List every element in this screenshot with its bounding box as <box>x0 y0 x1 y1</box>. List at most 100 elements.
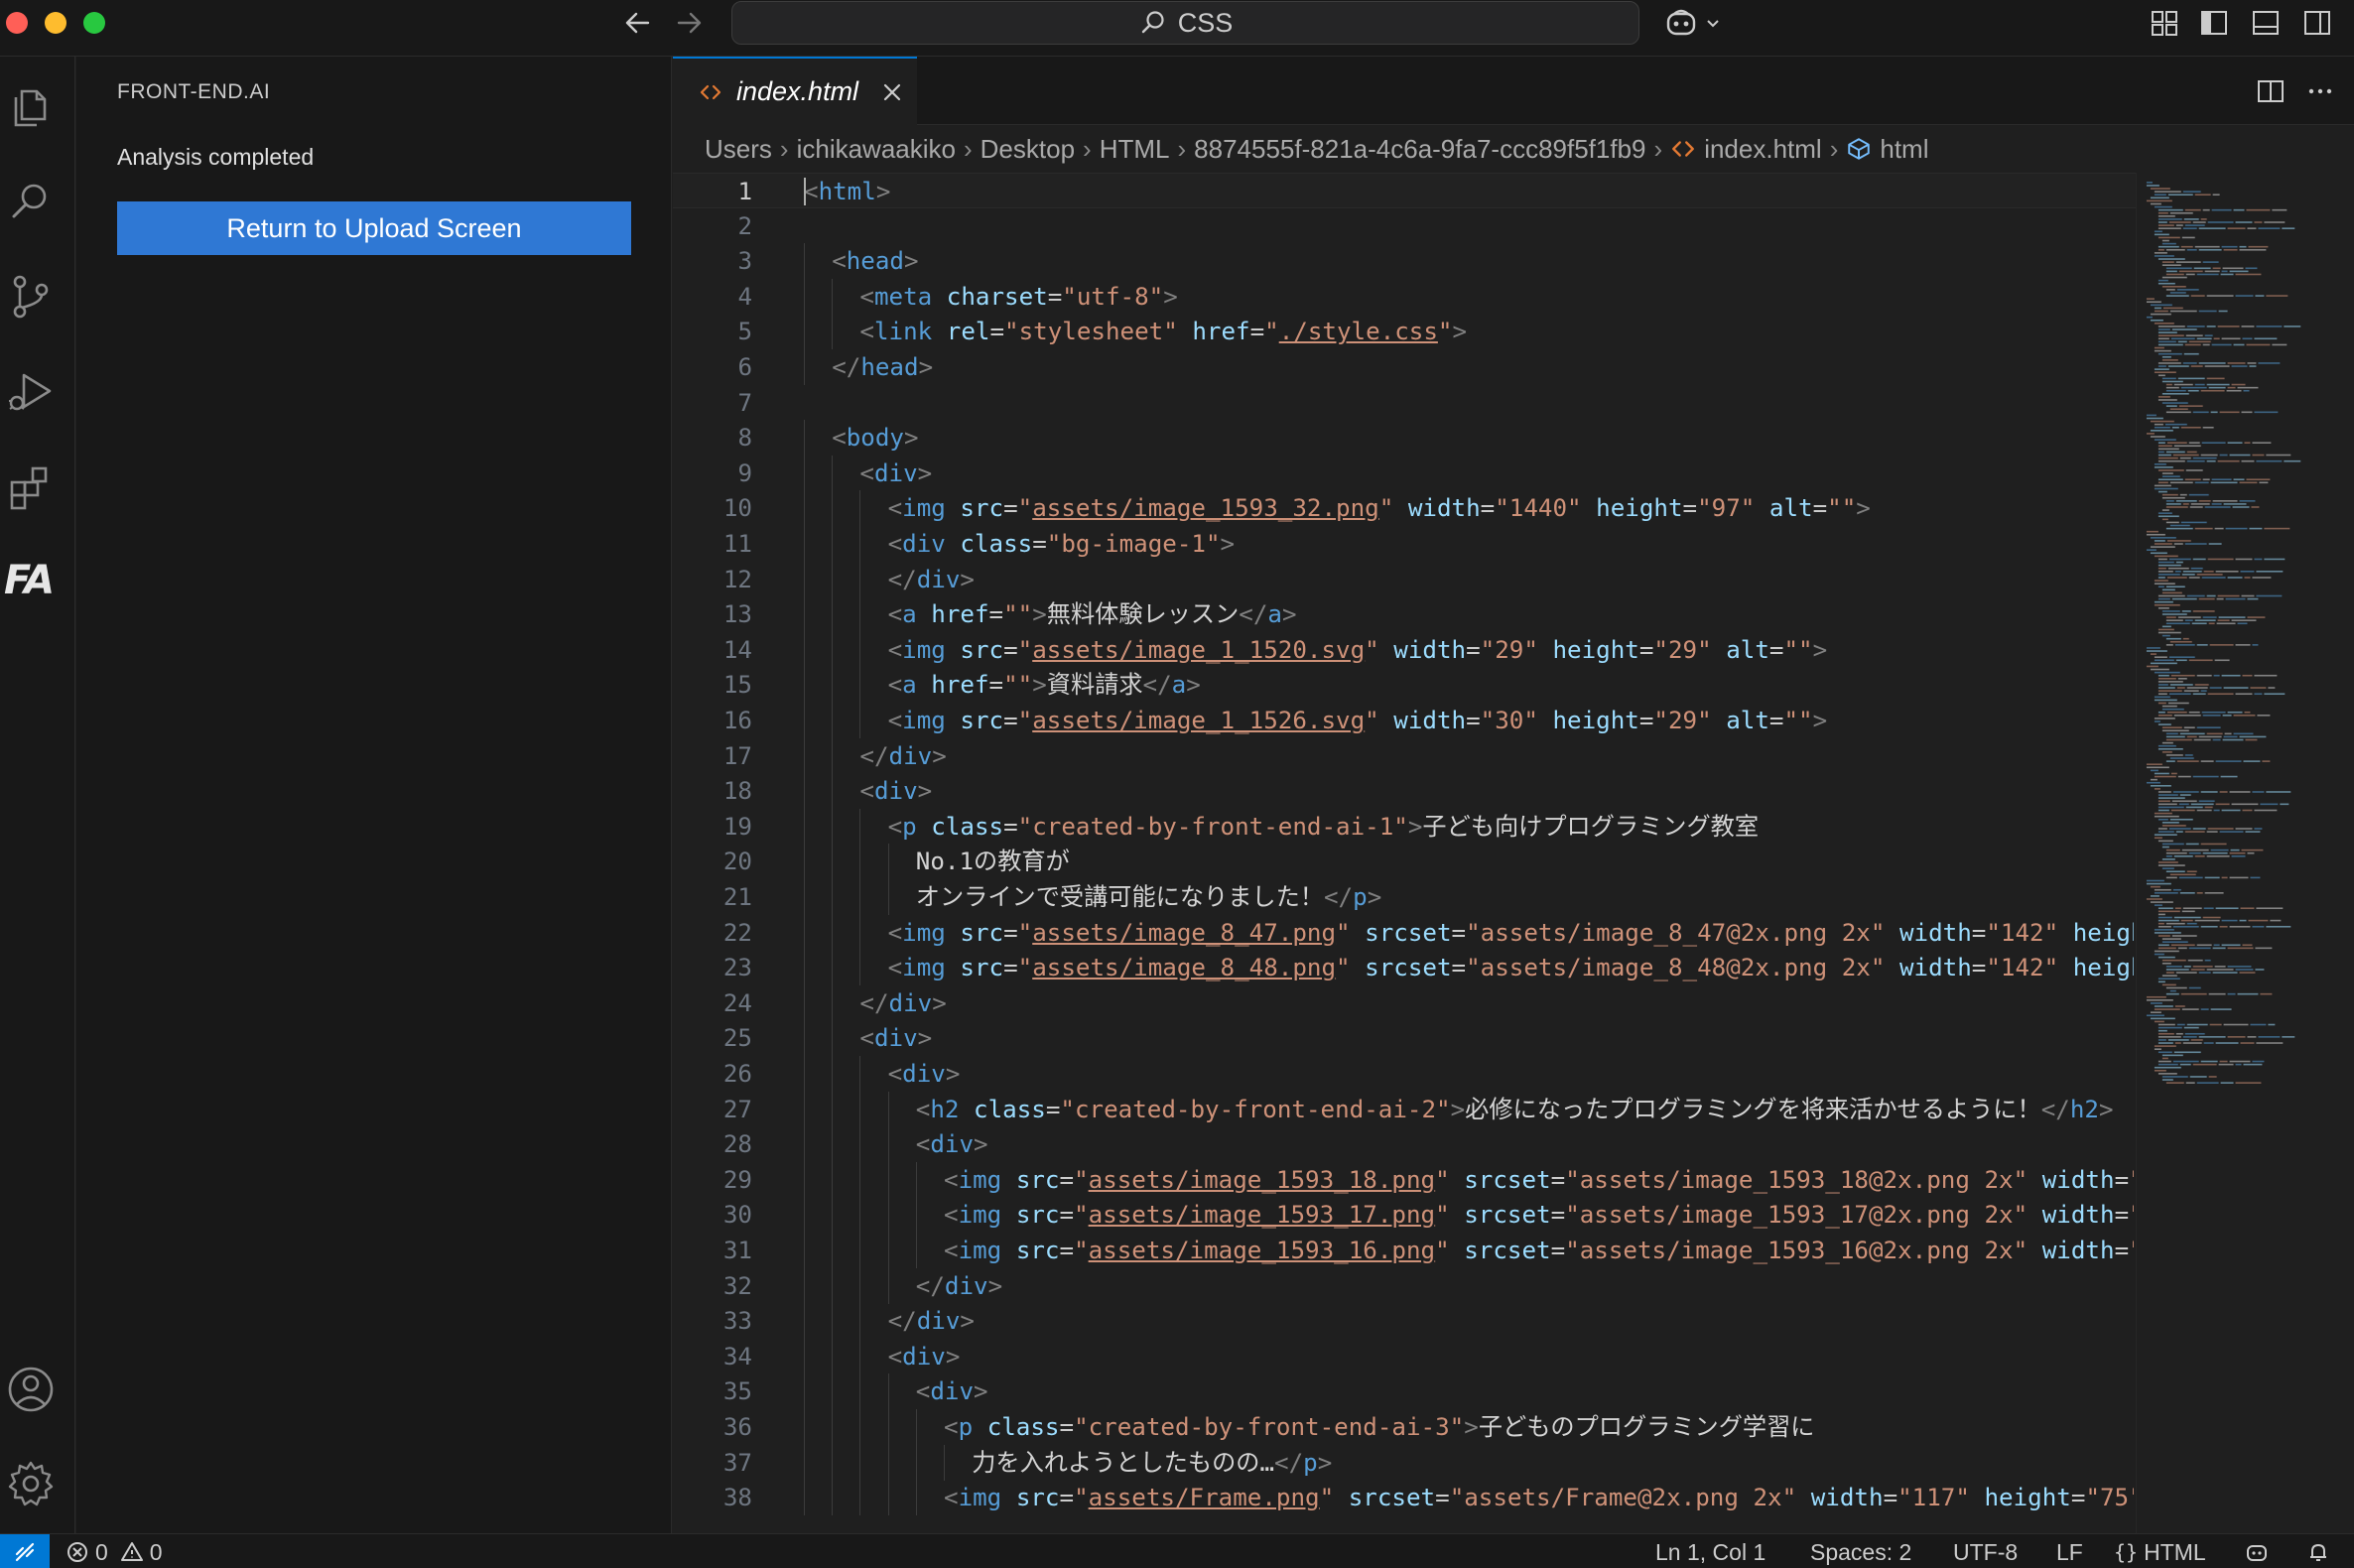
toggle-secondary-sidebar-icon[interactable] <box>2300 6 2334 40</box>
copilot-menu-button[interactable] <box>1663 4 1727 42</box>
code-line[interactable]: 17 </div> <box>673 737 2136 774</box>
more-actions-icon[interactable] <box>2303 74 2337 108</box>
notifications-bell[interactable] <box>2306 1538 2330 1566</box>
code-attribute: height <box>1984 1484 2071 1512</box>
settings-gear-icon[interactable] <box>4 1457 58 1510</box>
code-line[interactable]: 19 <p class="created-by-front-end-ai-1">子… <box>673 808 2136 845</box>
account-icon[interactable] <box>4 1363 58 1416</box>
run-debug-icon[interactable] <box>4 365 58 419</box>
source-control-icon[interactable] <box>4 270 58 324</box>
tab-index-html[interactable]: index.html <box>673 57 917 125</box>
return-to-upload-button[interactable]: Return to Upload Screen <box>117 201 631 255</box>
code-line[interactable]: 38 <img src="assets/Frame.png" srcset="as… <box>673 1480 2136 1516</box>
split-editor-icon[interactable] <box>2254 74 2288 108</box>
code-link[interactable]: assets/image_8_47.png <box>1032 919 1336 947</box>
minimap-line <box>2177 377 2205 380</box>
front-end-ai-logo[interactable]: FA <box>4 558 55 603</box>
code-line[interactable]: 3 <head> <box>673 243 2136 280</box>
code-line[interactable]: 21 オンラインで受講可能になりました！</p> <box>673 879 2136 915</box>
code-link[interactable]: assets/image_1593_17.png <box>1089 1201 1436 1229</box>
back-arrow-icon[interactable] <box>618 5 658 41</box>
code-link[interactable]: assets/image_1593_32.png <box>1032 494 1379 522</box>
code-line[interactable]: 10 <img src="assets/image_1593_32.png" wi… <box>673 490 2136 527</box>
code-line[interactable]: 22 <img src="assets/image_8_47.png" srcse… <box>673 914 2136 951</box>
code-line[interactable]: 8 <body> <box>673 420 2136 457</box>
code-line[interactable]: 30 <img src="assets/image_1593_17.png" sr… <box>673 1197 2136 1234</box>
code-link[interactable]: assets/image_1_1526.svg <box>1032 707 1365 734</box>
code-equals: = <box>1249 318 1265 346</box>
code-line[interactable]: 5 <link rel="stylesheet" href="./style.cs… <box>673 314 2136 350</box>
code-line[interactable]: 4 <meta charset="utf-8"> <box>673 278 2136 315</box>
code-line[interactable]: 36 <p class="created-by-front-end-ai-3">子… <box>673 1409 2136 1445</box>
code-line[interactable]: 16 <img src="assets/image_1_1526.svg" wid… <box>673 703 2136 738</box>
cursor-position[interactable]: Ln 1, Col 1 <box>1655 1538 1766 1566</box>
minimap-line <box>2158 567 2166 570</box>
explorer-icon[interactable] <box>4 79 58 133</box>
code-line[interactable]: 24 </div> <box>673 984 2136 1021</box>
code-line[interactable]: 15 <a href="">資料請求</a> <box>673 667 2136 704</box>
minimap-line <box>2247 1036 2257 1038</box>
breadcrumb-item[interactable]: index.html <box>1704 134 1822 165</box>
extensions-icon[interactable] <box>4 460 58 514</box>
code-line[interactable]: 23 <img src="assets/image_8_48.png" srcse… <box>673 950 2136 986</box>
code-line[interactable]: 35 <div> <box>673 1373 2136 1410</box>
minimap-line <box>2259 481 2269 484</box>
breadcrumb-item[interactable]: Desktop <box>981 134 1075 165</box>
code-punctuation: < <box>887 918 903 947</box>
breadcrumb-item[interactable]: Users <box>705 134 772 165</box>
code-link[interactable]: assets/image_1593_16.png <box>1089 1237 1436 1264</box>
language-mode[interactable]: {} HTML <box>2114 1538 2206 1566</box>
breadcrumb-item[interactable]: ichikawaakiko <box>797 134 956 165</box>
code-line[interactable]: 26 <div> <box>673 1056 2136 1092</box>
code-line[interactable]: 12 </div> <box>673 561 2136 597</box>
code-line[interactable]: 27 <h2 class="created-by-front-end-ai-2">… <box>673 1091 2136 1127</box>
breadcrumb-item[interactable]: HTML <box>1100 134 1170 165</box>
indentation-status[interactable]: Spaces: 2 <box>1810 1538 1911 1566</box>
code-line[interactable]: 1 <html> <box>673 173 2136 208</box>
breadcrumb-item[interactable]: 8874555f-821a-4c6a-9fa7-ccc89f5f1fb9 <box>1194 134 1645 165</box>
code-line[interactable]: 37 力を入れようとしたものの…</p> <box>673 1444 2136 1481</box>
code-line[interactable]: 14 <img src="assets/image_1_1520.svg" wid… <box>673 631 2136 668</box>
code-link[interactable]: assets/image_1593_18.png <box>1089 1166 1436 1194</box>
code-link[interactable]: assets/image_8_48.png <box>1032 954 1336 981</box>
code-line[interactable]: 11 <div class="bg-image-1"> <box>673 526 2136 562</box>
close-window-button[interactable] <box>6 12 28 34</box>
minimap[interactable] <box>2136 173 2354 1533</box>
code-line[interactable]: 28 <div> <box>673 1126 2136 1163</box>
zoom-window-button[interactable] <box>83 12 105 34</box>
eol-status[interactable]: LF <box>2056 1538 2083 1566</box>
code-line[interactable]: 32 </div> <box>673 1267 2136 1304</box>
toggle-primary-sidebar-icon[interactable] <box>2197 6 2231 40</box>
code-editor[interactable]: 1 <html> 2 3 <head> 4 <meta charset="utf-8"> 5 <… <box>673 173 2136 1533</box>
problems-indicator[interactable]: 0 0 <box>65 1538 163 1566</box>
code-link[interactable]: ./style.css <box>1279 318 1438 345</box>
code-line[interactable]: 33 </div> <box>673 1303 2136 1340</box>
code-line[interactable]: 25 <div> <box>673 1020 2136 1057</box>
remote-indicator[interactable] <box>0 1534 50 1568</box>
code-line[interactable]: 2 <box>673 208 2136 244</box>
code-line[interactable]: 29 <img src="assets/image_1593_18.png" sr… <box>673 1161 2136 1198</box>
customize-layout-icon[interactable] <box>2148 6 2181 40</box>
code-tag-name: link <box>873 318 933 346</box>
copilot-status[interactable] <box>2245 1538 2269 1566</box>
code-line[interactable]: 13 <a href="">無料体験レッスン</a> <box>673 596 2136 633</box>
code-line[interactable]: 34 <div> <box>673 1338 2136 1374</box>
code-line[interactable]: 6 </head> <box>673 349 2136 385</box>
search-icon[interactable] <box>4 175 58 228</box>
command-center-search[interactable]: CSS <box>731 1 1639 45</box>
code-line[interactable]: 20 No.1の教育が <box>673 844 2136 880</box>
encoding-status[interactable]: UTF-8 <box>1953 1538 2018 1566</box>
code-equals: = <box>1682 494 1698 523</box>
bell-icon <box>2310 1544 2326 1561</box>
breadcrumb-item[interactable]: html <box>1880 134 1928 165</box>
code-link[interactable]: assets/image_1_1520.svg <box>1032 636 1365 664</box>
code-link[interactable]: assets/Frame.png <box>1089 1484 1320 1511</box>
toggle-panel-icon[interactable] <box>2249 6 2283 40</box>
code-line[interactable]: 31 <img src="assets/image_1593_16.png" sr… <box>673 1233 2136 1268</box>
close-icon[interactable] <box>880 80 904 104</box>
forward-arrow-icon[interactable] <box>669 5 709 41</box>
code-line[interactable]: 18 <div> <box>673 773 2136 810</box>
code-line[interactable]: 9 <div> <box>673 455 2136 491</box>
minimize-window-button[interactable] <box>45 12 66 34</box>
code-line[interactable]: 7 <box>673 385 2136 421</box>
